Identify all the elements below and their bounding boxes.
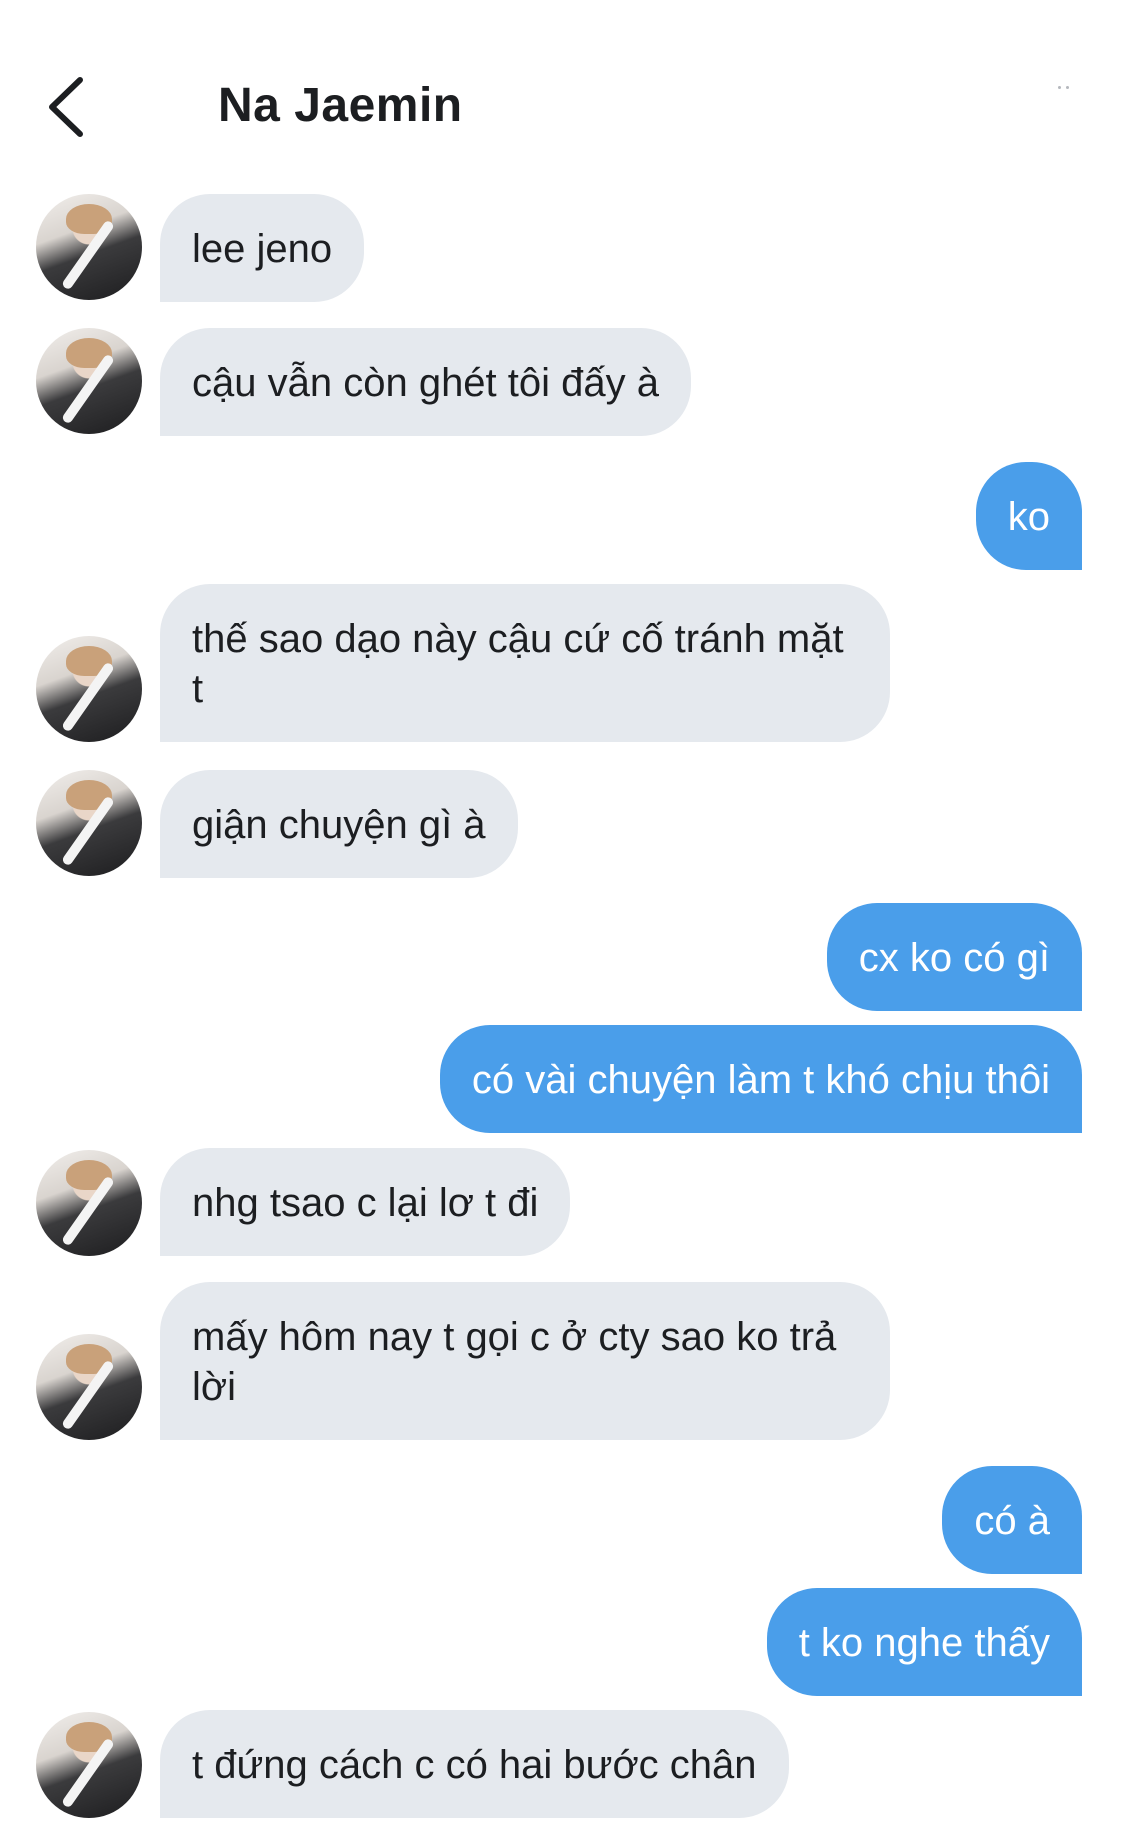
avatar[interactable] [36, 1712, 142, 1818]
avatar[interactable] [36, 1150, 142, 1256]
incoming-message: thế sao dạo này cậu cứ cố tránh mặt t [160, 584, 890, 742]
outgoing-message: t ko nghe thấy [766, 1588, 1082, 1696]
more-options-icon[interactable] [1058, 86, 1078, 92]
chat-header: Na Jaemin [0, 0, 1124, 170]
incoming-message: t đứng cách c có hai bước chân [160, 1710, 789, 1818]
outgoing-message: ko [975, 462, 1082, 570]
back-arrow-icon[interactable] [44, 76, 92, 138]
incoming-message: giận chuyện gì à [160, 770, 518, 878]
outgoing-message: có vài chuyện làm t khó chịu thôi [439, 1025, 1082, 1133]
incoming-message: lee jeno [160, 194, 365, 302]
incoming-message: mấy hôm nay t gọi c ở cty sao ko trả lời [160, 1282, 890, 1440]
incoming-message: cậu vẫn còn ghét tôi đấy à [160, 328, 691, 436]
contact-name: Na Jaemin [218, 79, 463, 132]
avatar[interactable] [36, 636, 142, 742]
avatar[interactable] [36, 770, 142, 876]
outgoing-message: có à [942, 1466, 1082, 1574]
avatar[interactable] [36, 1334, 142, 1440]
incoming-message: nhg tsao c lại lơ t đi [160, 1148, 571, 1256]
outgoing-message: cx ko có gì [826, 903, 1082, 1011]
avatar[interactable] [36, 328, 142, 434]
avatar[interactable] [36, 194, 142, 300]
